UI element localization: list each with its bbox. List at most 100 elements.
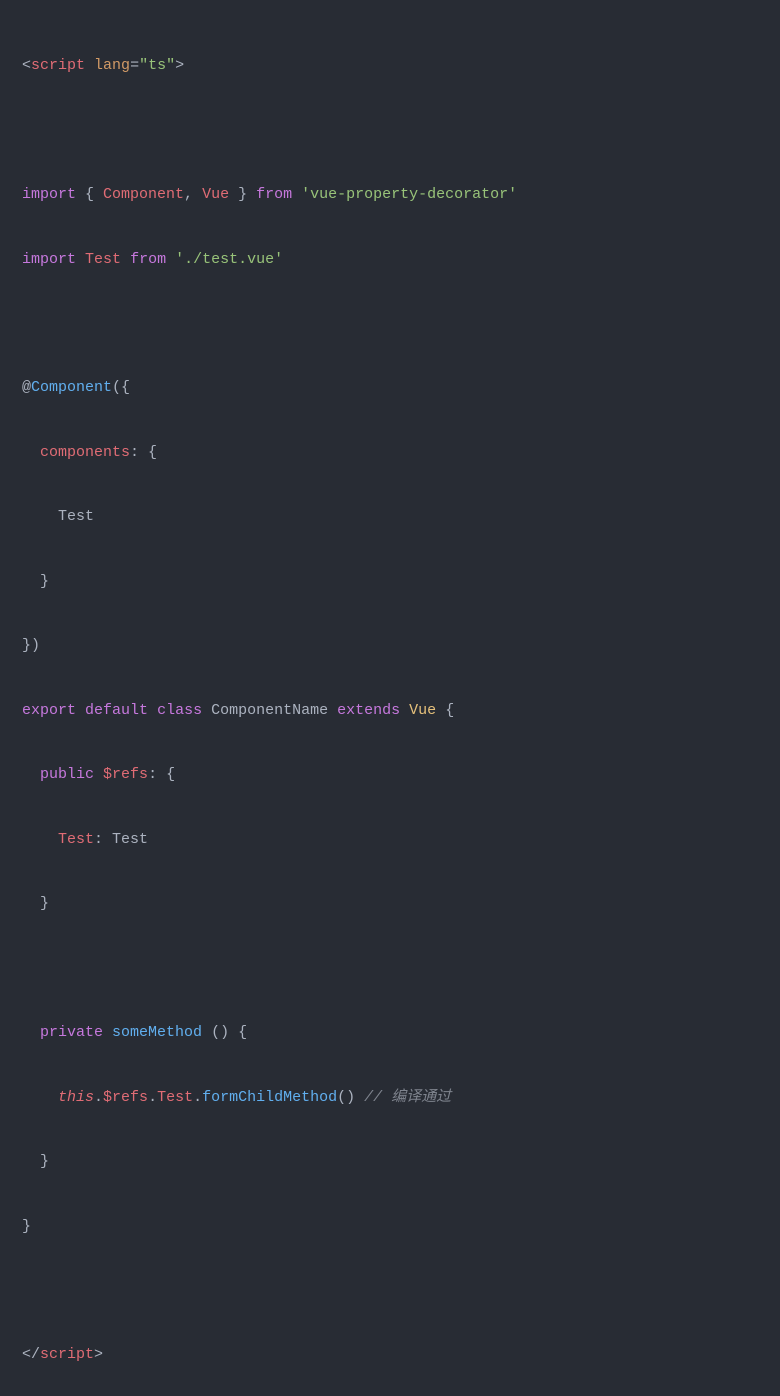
space xyxy=(121,251,130,268)
code-line: Test xyxy=(22,501,758,533)
code-line: private someMethod () { xyxy=(22,1017,758,1049)
punct: } xyxy=(22,1218,31,1235)
code-line xyxy=(22,1275,758,1307)
code-line: } xyxy=(22,888,758,920)
string: 'vue-property-decorator' xyxy=(301,186,517,203)
punct: : xyxy=(94,831,112,848)
type: Test xyxy=(112,831,148,848)
indent xyxy=(22,444,40,461)
keyword: from xyxy=(256,186,292,203)
indent xyxy=(22,1024,40,1041)
space xyxy=(166,251,175,268)
keyword: import xyxy=(22,251,76,268)
bracket: < xyxy=(22,57,31,74)
code-line: <script lang="ts"> xyxy=(22,50,758,82)
code-line: components: { xyxy=(22,437,758,469)
decorator-name: Component xyxy=(31,379,112,396)
code-line: import Test from './test.vue' xyxy=(22,244,758,276)
code-line: } xyxy=(22,1211,758,1243)
punct: { xyxy=(76,186,103,203)
punct: : { xyxy=(148,766,175,783)
attr-name: lang xyxy=(94,57,130,74)
code-line xyxy=(22,115,758,147)
punct: } xyxy=(40,573,49,590)
space xyxy=(355,1089,364,1106)
indent xyxy=(22,831,58,848)
keyword: public xyxy=(40,766,94,783)
bracket: > xyxy=(175,57,184,74)
comment: // 编译通过 xyxy=(364,1089,451,1106)
punct: : { xyxy=(130,444,157,461)
indent xyxy=(22,1089,58,1106)
keyword: extends xyxy=(337,702,400,719)
punct: ({ xyxy=(112,379,130,396)
equals: = xyxy=(130,57,139,74)
indent xyxy=(22,508,58,525)
space xyxy=(85,57,94,74)
space xyxy=(202,702,211,719)
keyword: import xyxy=(22,186,76,203)
keyword: private xyxy=(40,1024,103,1041)
punct: }) xyxy=(22,637,40,654)
method-call: formChildMethod xyxy=(202,1089,337,1106)
punct: { xyxy=(436,702,454,719)
punct: . xyxy=(94,1089,103,1106)
bracket: > xyxy=(94,1346,103,1363)
identifier: Component xyxy=(103,186,184,203)
indent xyxy=(22,1153,40,1170)
code-line xyxy=(22,953,758,985)
property: $refs xyxy=(103,1089,148,1106)
space xyxy=(400,702,409,719)
space xyxy=(76,251,85,268)
space xyxy=(94,766,103,783)
class-name: ComponentName xyxy=(211,702,328,719)
punct: } xyxy=(40,1153,49,1170)
tag-name: script xyxy=(31,57,85,74)
method-name: someMethod xyxy=(112,1024,202,1041)
decorator-at: @ xyxy=(22,379,31,396)
identifier: Test xyxy=(85,251,121,268)
indent xyxy=(22,573,40,590)
property: Test xyxy=(157,1089,193,1106)
code-line: } xyxy=(22,1146,758,1178)
extends-class: Vue xyxy=(409,702,436,719)
code-line: } xyxy=(22,566,758,598)
code-line: export default class ComponentName exten… xyxy=(22,695,758,727)
code-line: import { Component, Vue } from 'vue-prop… xyxy=(22,179,758,211)
punct: . xyxy=(193,1089,202,1106)
punct: () { xyxy=(211,1024,247,1041)
identifier: Test xyxy=(58,508,94,525)
code-line: @Component({ xyxy=(22,372,758,404)
space xyxy=(328,702,337,719)
code-line: </script> xyxy=(22,1339,758,1371)
space xyxy=(292,186,301,203)
property-key: components xyxy=(40,444,130,461)
this-keyword: this xyxy=(58,1089,94,1106)
identifier: $refs xyxy=(103,766,148,783)
bracket: </ xyxy=(22,1346,40,1363)
attr-value: "ts" xyxy=(139,57,175,74)
punct: . xyxy=(148,1089,157,1106)
string: './test.vue' xyxy=(175,251,283,268)
keyword: export xyxy=(22,702,76,719)
indent xyxy=(22,766,40,783)
tag-name: script xyxy=(40,1346,94,1363)
property-key: Test xyxy=(58,831,94,848)
indent xyxy=(22,895,40,912)
code-editor[interactable]: <script lang="ts"> import { Component, V… xyxy=(22,18,758,1396)
code-line: this.$refs.Test.formChildMethod() // 编译通… xyxy=(22,1082,758,1114)
code-line xyxy=(22,308,758,340)
identifier: Vue xyxy=(202,186,229,203)
space xyxy=(148,702,157,719)
code-line: }) xyxy=(22,630,758,662)
punct: () xyxy=(337,1089,355,1106)
keyword: from xyxy=(130,251,166,268)
code-line: Test: Test xyxy=(22,824,758,856)
keyword: default xyxy=(85,702,148,719)
space xyxy=(202,1024,211,1041)
punct: } xyxy=(229,186,256,203)
punct: } xyxy=(40,895,49,912)
keyword: class xyxy=(157,702,202,719)
code-line: public $refs: { xyxy=(22,759,758,791)
space xyxy=(76,702,85,719)
